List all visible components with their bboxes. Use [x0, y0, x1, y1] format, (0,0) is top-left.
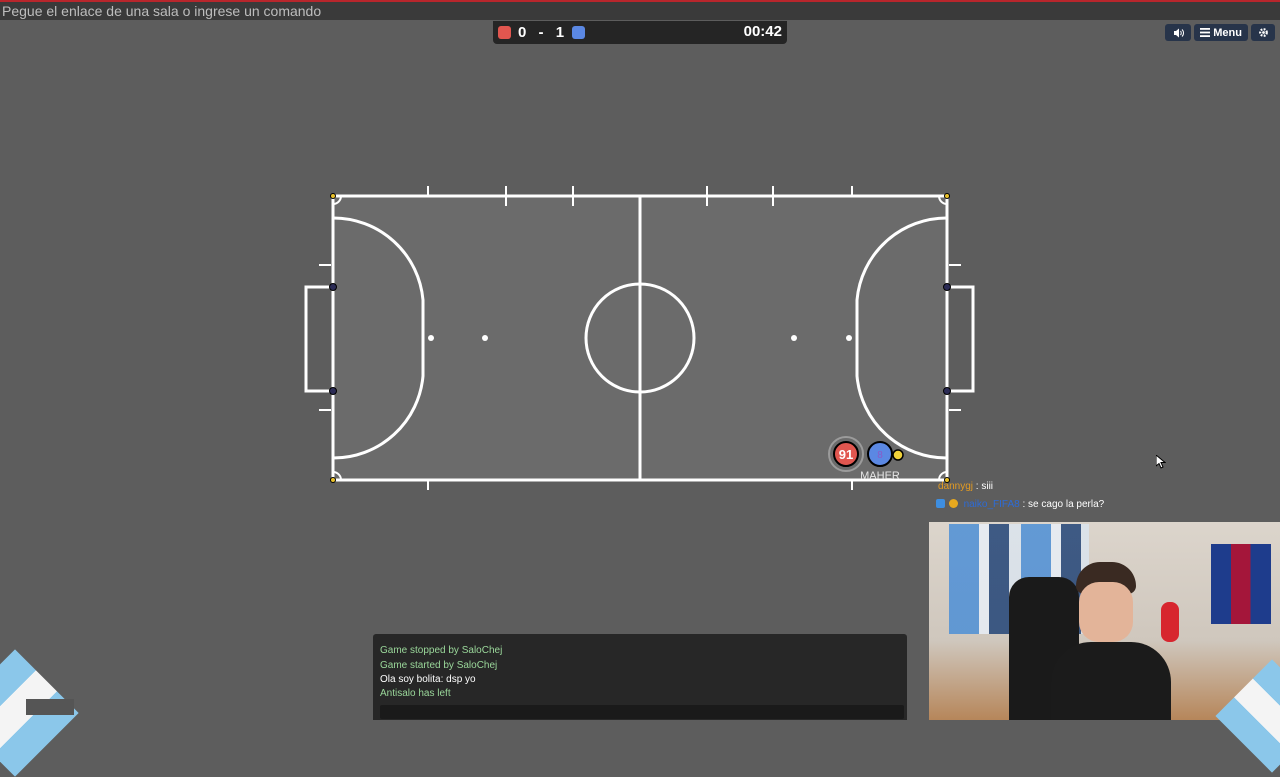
chat-message: Ola soy bolita: dsp yo [380, 674, 476, 685]
stream-chat-user-1: dannygj [938, 481, 974, 492]
ball [892, 449, 904, 461]
chat-input[interactable] [380, 705, 904, 719]
stream-chat-text-2: : se cago la perla? [1019, 499, 1105, 510]
jersey-right [1211, 544, 1271, 624]
chat-message: Antisalo has left [380, 688, 451, 699]
bottom-left-box [26, 699, 74, 715]
blue-player-nick: MAHER [860, 470, 900, 482]
cursor-icon [1156, 455, 1166, 469]
stream-chat-line-2: naiko_FIFA8 : se cago la perla? [936, 499, 1104, 510]
left-goal [304, 285, 333, 393]
stream-chat-user-2: naiko_FIFA8 [963, 499, 1020, 510]
blue-player-number: 8 [877, 450, 883, 461]
red-player: 91 [828, 436, 864, 472]
right-goal [947, 285, 975, 393]
chat-message: Game started by SaloChej [380, 660, 498, 671]
badge-icon [936, 499, 945, 508]
stream-chat-line-1: dannygj : siii [938, 481, 993, 492]
microphone [1161, 602, 1179, 642]
red-player-number: 91 [839, 447, 853, 462]
chat-message: Game stopped by SaloChej [380, 645, 503, 656]
badge-icon [948, 499, 958, 508]
stream-chat-text-1: : siii [973, 481, 994, 492]
webcam-overlay [929, 522, 1280, 720]
person [1051, 562, 1171, 720]
game-chat: Game stopped by SaloChej Game started by… [373, 634, 907, 720]
